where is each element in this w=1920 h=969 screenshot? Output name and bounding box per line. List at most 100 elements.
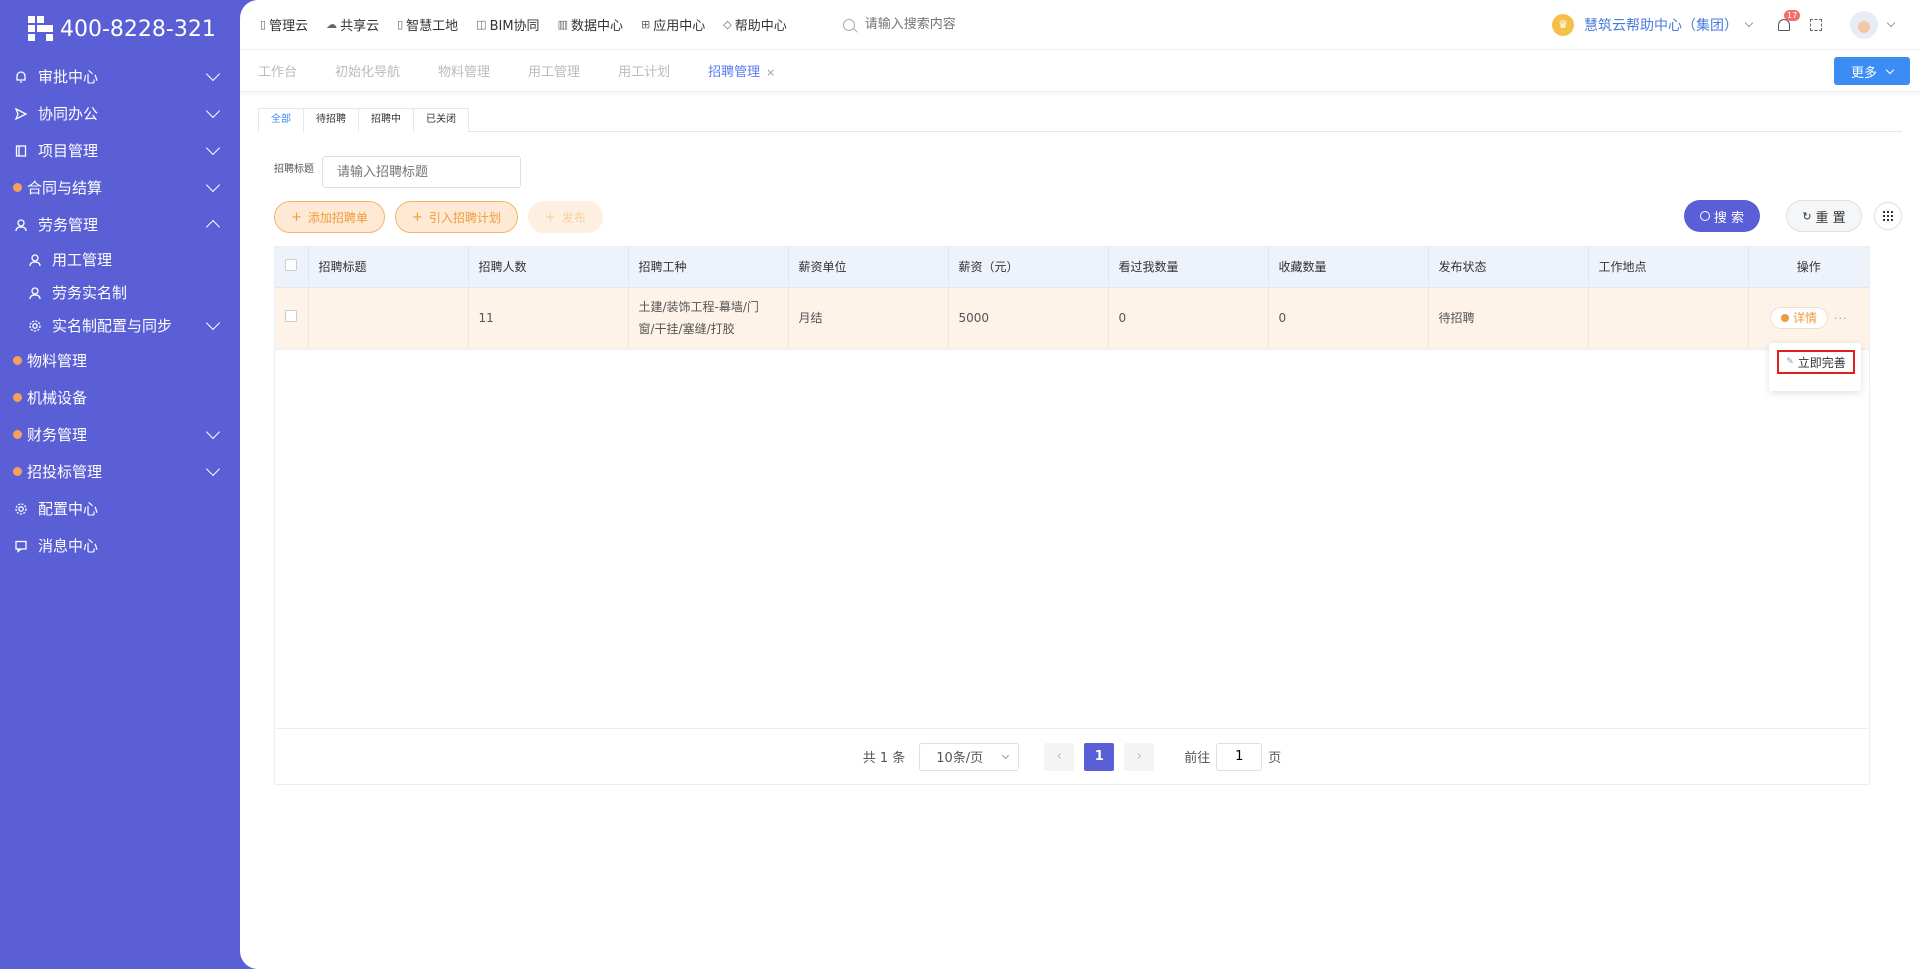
page-number-current[interactable]: 1 — [1084, 742, 1115, 771]
gem-icon — [13, 467, 22, 476]
help-icon: ◇ — [723, 18, 732, 31]
plus-icon: + — [411, 209, 423, 225]
cell-operations: 详情 ··· — [1748, 287, 1869, 350]
gear-icon — [27, 318, 43, 334]
sidebar-item-realname[interactable]: 劳务实名制 — [0, 276, 240, 309]
plus-icon: + — [291, 209, 302, 225]
topnav-help-center[interactable]: ◇ 帮助中心 — [723, 15, 786, 34]
global-search — [842, 17, 1143, 32]
user-icon — [27, 285, 43, 301]
sidebar-item-collab[interactable]: 协同办公 — [0, 95, 240, 132]
avatar[interactable] — [1850, 10, 1878, 39]
chevron-down-icon — [205, 140, 221, 156]
refresh-icon: ↻ — [1802, 209, 1812, 223]
goto-page-input[interactable] — [1216, 742, 1263, 771]
reset-button[interactable]: ↻ 重 置 — [1786, 200, 1862, 232]
action-row: + 添加招聘单 + 引入招聘计划 + 发布 搜 索 ↻ 重 置 — [258, 200, 1902, 234]
add-recruitment-button[interactable]: + 添加招聘单 — [274, 201, 385, 233]
topnav-smart-site[interactable]: ▯ 智慧工地 — [397, 15, 458, 34]
select-all-checkbox[interactable] — [285, 259, 297, 272]
subtab-closed[interactable]: 已关闭 — [413, 108, 469, 132]
tab-recruitment[interactable]: 招聘管理 × — [708, 61, 775, 80]
publish-button[interactable]: + 发布 — [527, 201, 603, 233]
column-header: 招聘工种 — [628, 247, 789, 288]
filter-row: 招聘标题 — [258, 156, 1902, 188]
page-tabs: 工作台 初始化导航 物料管理 用工管理 用工计划 招聘管理 × 更多 — [240, 50, 1920, 92]
detail-button[interactable]: 详情 — [1769, 306, 1828, 329]
tab-material[interactable]: 物料管理 — [438, 61, 490, 80]
tab-employment-plan[interactable]: 用工计划 — [618, 61, 670, 80]
sidebar-item-project[interactable]: 项目管理 — [0, 132, 240, 169]
page-size-select[interactable]: 10条/页 — [919, 742, 1020, 771]
notification-bell-icon[interactable]: 17 — [1776, 9, 1801, 33]
top-nav: ▯ 管理云 ☁ 共享云 ▯ 智慧工地 ◫ BIM协同 ▥ 数据中心 ⊞ 应用中心 ◇ 帮助中心 — [260, 15, 805, 34]
topnav-management-cloud[interactable]: ▯ 管理云 — [260, 15, 308, 34]
tab-init-nav[interactable]: 初始化导航 — [335, 61, 400, 80]
complete-now-menu-item[interactable]: ✎ 立即完善 — [1777, 350, 1855, 374]
sidebar-item-bidding[interactable]: 招投标管理 — [0, 453, 240, 490]
edit-icon: ✎ — [1786, 357, 1794, 367]
sidebar-item-realname-config[interactable]: 实名制配置与同步 — [0, 309, 240, 342]
tab-employment[interactable]: 用工管理 — [528, 61, 580, 80]
subtab-recruiting[interactable]: 招聘中 — [358, 108, 414, 132]
brand-phone: 400-8228-321 — [60, 16, 216, 42]
prev-page-button[interactable]: ‹ — [1044, 742, 1075, 771]
column-header: 工作地点 — [1588, 247, 1749, 288]
sidebar-item-contract[interactable]: 合同与结算 — [0, 169, 240, 206]
more-actions-icon[interactable]: ··· — [1834, 312, 1848, 325]
import-plan-button[interactable]: + 引入招聘计划 — [394, 201, 518, 233]
next-page-button[interactable]: › — [1124, 742, 1155, 771]
more-button[interactable]: 更多 — [1834, 57, 1910, 85]
row-actions-dropdown: ✎ 立即完善 — [1769, 343, 1861, 391]
row-checkbox[interactable] — [285, 310, 297, 322]
search-icon — [842, 18, 855, 31]
pagination-total: 共 1 条 — [862, 751, 906, 766]
topnav-shared-cloud[interactable]: ☁ 共享云 — [326, 15, 379, 34]
sidebar-item-config[interactable]: 配置中心 — [0, 490, 240, 527]
cell-count: 11 — [468, 287, 629, 350]
sidebar-item-labor[interactable]: 劳务管理 — [0, 206, 240, 243]
column-settings-button[interactable] — [1874, 202, 1902, 230]
chat-icon — [13, 538, 29, 554]
send-icon — [13, 106, 29, 122]
chevron-down-icon — [205, 461, 221, 477]
cloud-icon: ☁ — [326, 18, 338, 31]
sidebar-item-messages[interactable]: 消息中心 — [0, 527, 240, 564]
bell-icon — [13, 69, 29, 85]
apps-icon: ⊞ — [640, 18, 651, 31]
cell-favorites: 0 — [1268, 287, 1429, 350]
sidebar-item-finance[interactable]: 财务管理 — [0, 416, 240, 453]
topnav-app-center[interactable]: ⊞ 应用中心 — [641, 15, 705, 34]
tab-workbench[interactable]: 工作台 — [258, 61, 297, 80]
sidebar-item-employment[interactable]: 用工管理 — [0, 243, 240, 276]
sidebar-item-approval[interactable]: 审批中心 — [0, 58, 240, 95]
recruit-title-input[interactable] — [322, 156, 521, 188]
recruitment-table: 招聘标题 招聘人数 招聘工种 薪资单位 薪资（元） 看过我数量 收藏数量 发布状… — [274, 246, 1870, 785]
org-switcher[interactable]: 慧筑云帮助中心（集团） — [1584, 15, 1738, 35]
status-tabs: 全部 待招聘 招聘中 已关闭 — [258, 108, 1902, 132]
logo[interactable]: 400-8228-321 — [0, 0, 240, 58]
chevron-up-icon — [205, 219, 221, 235]
cell-location — [1588, 287, 1749, 350]
org-badge-icon: ♛ — [1552, 13, 1574, 36]
grid-icon — [1883, 211, 1893, 221]
logo-icon — [26, 14, 56, 44]
column-header: 操作 — [1748, 247, 1869, 288]
sidebar-item-material[interactable]: 物料管理 — [0, 342, 240, 379]
chevron-down-icon[interactable] — [1886, 18, 1896, 28]
sidebar: 400-8228-321 审批中心 协同办公 项目管理 合同与结算 劳务管理 用… — [0, 0, 240, 969]
topnav-bim[interactable]: ◫ BIM协同 — [476, 15, 539, 34]
search-icon — [1699, 211, 1710, 221]
global-search-input[interactable] — [864, 17, 1115, 32]
fullscreen-icon[interactable] — [1810, 18, 1822, 31]
subtab-pending[interactable]: 待招聘 — [303, 108, 359, 132]
chevron-down-icon — [205, 177, 221, 193]
topnav-data-center[interactable]: ▥ 数据中心 — [558, 15, 623, 34]
cell-title — [308, 287, 469, 350]
chevron-down-icon — [205, 103, 221, 119]
chevron-down-icon[interactable] — [1744, 18, 1754, 28]
subtab-all[interactable]: 全部 — [258, 108, 304, 132]
sidebar-item-machinery[interactable]: 机械设备 — [0, 379, 240, 416]
close-icon[interactable]: × — [766, 66, 775, 79]
search-button[interactable]: 搜 索 — [1684, 200, 1760, 232]
